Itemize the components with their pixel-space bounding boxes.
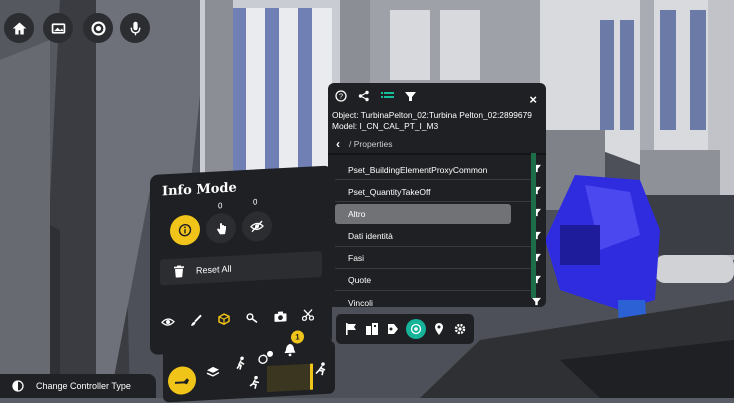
divider [328,153,546,155]
hand-counter: 0 [218,201,223,211]
svg-text:?: ? [339,92,343,101]
info-tools [160,306,316,330]
property-set-list: Pset_BuildingElementProxyCommon Pset_Qua… [335,160,541,307]
property-row[interactable]: Vincoli [335,293,541,307]
change-controller-label: Change Controller Type [36,381,131,391]
walk-icon[interactable] [233,355,249,372]
property-row-label: Quote [348,275,372,286]
stack-icon[interactable] [205,363,221,380]
property-row-label: Vincoli [348,297,373,307]
list-icon[interactable] [380,89,394,103]
hidden-counter: 0 [253,197,258,207]
reset-all-label: Reset All [196,263,232,276]
close-button[interactable]: × [529,92,537,107]
scissors-icon[interactable] [300,306,316,323]
info-button[interactable] [170,214,200,246]
hide-button[interactable] [242,210,272,243]
main-toolbar: 1 [163,330,335,403]
property-row-label: Pset_QuantityTakeOff [348,186,431,197]
properties-panel: ? × Object: TurbinaPelton_02:Turbina Pel… [328,83,546,307]
pin-icon[interactable] [431,321,447,337]
sprint-icon[interactable] [313,361,329,378]
brush-icon[interactable] [188,312,204,329]
info-icon [178,223,192,237]
microphone-icon [130,21,140,35]
property-row-label: Dati identità [348,231,393,242]
change-controller-button[interactable]: Change Controller Type [0,374,156,398]
notification-badge: 1 [291,330,304,344]
property-row-label: Pset_BuildingElementProxyCommon [348,164,488,175]
scrollbar[interactable] [531,153,536,298]
eye-icon[interactable] [160,314,176,331]
filter-icon[interactable] [403,89,417,103]
model-line: Model: I_CN_CAL_PT_I_M3 [332,121,439,131]
object-line: Object: TurbinaPelton_02:Turbina Pelton_… [332,110,532,120]
help-icon[interactable]: ? [334,89,348,103]
properties-header: ? [334,89,417,103]
mode-slot[interactable] [267,363,313,393]
layers-active-icon[interactable] [406,319,426,339]
image-button[interactable] [43,13,73,43]
property-row-selected[interactable]: Altro [335,204,541,225]
back-button[interactable]: ‹ [336,137,340,151]
reset-all-button[interactable]: Reset All [160,250,322,286]
share-icon[interactable] [357,89,371,103]
app-logo-button[interactable] [83,13,113,43]
eye-off-icon [250,220,264,233]
key-icon[interactable] [244,309,260,326]
cube-icon[interactable] [216,311,232,328]
properties-toolbar [336,314,474,344]
property-row[interactable]: Fasi [335,249,541,269]
image-icon [51,22,65,34]
property-row[interactable]: Dati identità [335,227,541,247]
info-mode-panel: Info Mode 0 0 Reset All [150,165,332,355]
property-row[interactable]: Pset_QuantityTakeOff [335,182,541,203]
property-row-label: Fasi [348,253,365,264]
camera-icon[interactable] [272,308,288,325]
panel-title: Info Mode [162,180,237,200]
property-row[interactable]: Pset_BuildingElementProxyCommon [335,160,541,180]
trash-icon [174,265,184,278]
gear-icon[interactable] [452,321,468,337]
controller-icon [12,380,24,392]
flag-icon[interactable] [343,321,359,337]
object-info: Object: TurbinaPelton_02:Turbina Pelton_… [332,110,532,132]
app-logo-icon [90,20,106,36]
tag-icon[interactable] [385,321,401,337]
filter-icon[interactable] [532,297,541,306]
wrench-icon [175,378,189,385]
property-row-label: Altro [348,209,366,220]
hand-icon [216,222,226,234]
property-row[interactable]: Quote [335,271,541,291]
building-icon[interactable] [364,321,380,337]
breadcrumb-text: / Properties [349,139,393,149]
hand-button[interactable] [206,212,236,245]
home-button[interactable] [4,13,34,43]
home-icon [12,22,26,34]
breadcrumb: ‹ / Properties [336,137,392,151]
run-icon[interactable] [247,374,263,391]
wrench-button[interactable] [168,365,196,396]
microphone-button[interactable] [120,13,150,43]
